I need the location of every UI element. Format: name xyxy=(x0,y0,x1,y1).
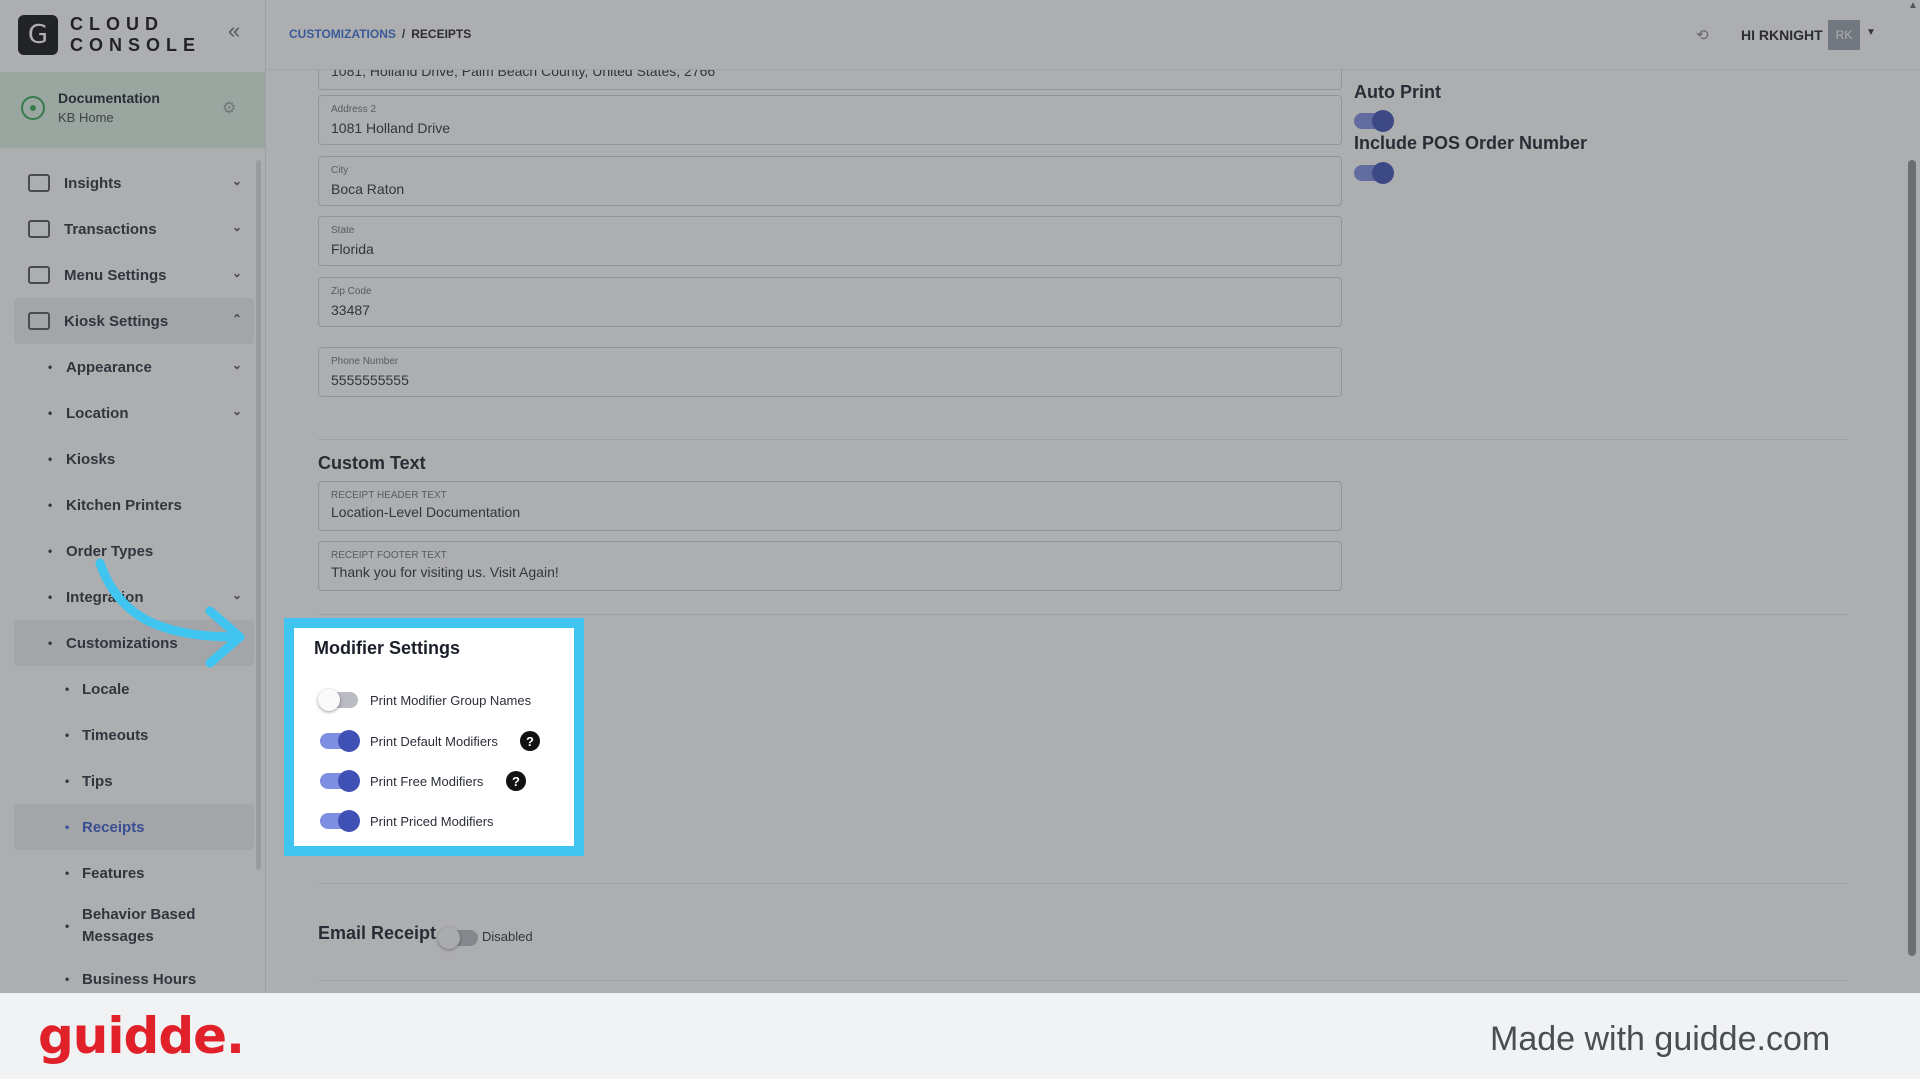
print-priced-modifiers-row: Print Priced Modifiers xyxy=(314,809,494,833)
logo-text: CLOUD CONSOLE xyxy=(70,14,202,55)
breadcrumb: CUSTOMIZATIONS / RECEIPTS xyxy=(289,27,472,41)
scroll-up-icon[interactable]: ▲ xyxy=(1908,0,1918,11)
sidebar-item-insights[interactable]: Insights ⌄ xyxy=(14,160,254,206)
logo-icon: G xyxy=(18,15,58,55)
divider xyxy=(318,614,1848,615)
modifier-settings-card: Modifier Settings Print Modifier Group N… xyxy=(284,618,584,856)
address2-field[interactable]: Address 2 1081 Holland Drive xyxy=(318,95,1342,145)
sidebar-item-tips[interactable]: Tips xyxy=(14,758,254,804)
print-modifier-group-names-toggle[interactable] xyxy=(318,689,358,711)
sidebar-item-transactions[interactable]: Transactions ⌄ xyxy=(14,206,254,252)
collapse-sidebar-icon[interactable]: « xyxy=(228,20,248,42)
address1-field[interactable]: 1081, Holland Drive, Palm Beach County, … xyxy=(318,70,1342,90)
guide-arrow-icon xyxy=(95,558,245,668)
email-receipt-title: Email Receipt xyxy=(318,923,437,943)
chevron-down-icon: ⌄ xyxy=(231,404,242,418)
main-content: 1081, Holland Drive, Palm Beach County, … xyxy=(266,70,1920,993)
refresh-icon[interactable]: ⟲ xyxy=(1696,26,1709,44)
receipt-icon xyxy=(28,220,50,238)
guidde-footer: guidde. Made with guidde.com xyxy=(0,993,1920,1079)
gear-icon xyxy=(28,312,50,330)
toggle-knob xyxy=(338,770,360,792)
print-modifier-group-names-row: Print Modifier Group Names xyxy=(314,688,531,712)
sidebar-item-menu-settings[interactable]: Menu Settings ⌄ xyxy=(14,252,254,298)
toggle-knob xyxy=(438,927,460,949)
print-priced-modifiers-toggle[interactable] xyxy=(320,810,360,832)
custom-text-title: Custom Text xyxy=(318,453,426,473)
city-field[interactable]: City Boca Raton xyxy=(318,156,1342,206)
chevron-down-icon: ⌄ xyxy=(231,358,242,372)
sidebar-item-business-hours[interactable]: Business Hours xyxy=(14,956,254,993)
toggle-knob xyxy=(1372,110,1394,132)
chart-icon xyxy=(28,174,50,192)
location-pin-icon xyxy=(21,96,45,120)
print-free-modifiers-toggle[interactable] xyxy=(320,770,360,792)
avatar[interactable]: RK xyxy=(1828,20,1860,50)
state-field[interactable]: State Florida xyxy=(318,216,1342,266)
receipt-header-text-field[interactable]: RECEIPT HEADER TEXT Location-Level Docum… xyxy=(318,481,1342,531)
menu-icon xyxy=(28,266,50,284)
sidebar-item-location[interactable]: Location ⌄ xyxy=(14,390,254,436)
toggle-knob xyxy=(338,810,360,832)
org-subtitle: KB Home xyxy=(58,110,114,125)
phone-number-field[interactable]: Phone Number 5555555555 xyxy=(318,347,1342,397)
chevron-up-icon: ⌃ xyxy=(231,312,242,326)
modifier-settings-title: Modifier Settings xyxy=(314,638,461,658)
sidebar: G CLOUD CONSOLE « Documentation KB Home … xyxy=(0,0,266,993)
guidde-logo: guidde. xyxy=(38,1007,245,1065)
sidebar-item-appearance[interactable]: Appearance ⌄ xyxy=(14,344,254,390)
zip-code-field[interactable]: Zip Code 33487 xyxy=(318,277,1342,327)
chevron-down-icon: ⌄ xyxy=(231,220,242,234)
include-pos-order-number-toggle[interactable] xyxy=(1354,162,1394,184)
divider xyxy=(318,883,1848,884)
print-free-modifiers-row: Print Free Modifiers xyxy=(314,769,483,793)
toggle-knob xyxy=(318,689,340,711)
email-receipt-toggle[interactable] xyxy=(438,927,478,949)
sidebar-scrollbar[interactable] xyxy=(256,160,261,870)
sidebar-item-kitchen-printers[interactable]: Kitchen Printers xyxy=(14,482,254,528)
auto-print-toggle[interactable] xyxy=(1354,110,1394,132)
caret-down-icon[interactable]: ▼ xyxy=(1866,27,1876,38)
divider xyxy=(318,980,1848,981)
sidebar-item-kiosk-settings[interactable]: Kiosk Settings ⌃ xyxy=(14,298,254,344)
sidebar-item-timeouts[interactable]: Timeouts xyxy=(14,712,254,758)
receipt-footer-text-field[interactable]: RECEIPT FOOTER TEXT Thank you for visiti… xyxy=(318,541,1342,591)
toggle-knob xyxy=(338,730,360,752)
sidebar-item-kiosks[interactable]: Kiosks xyxy=(14,436,254,482)
auto-print-label: Auto Print xyxy=(1354,82,1441,102)
include-pos-order-number-label: Include POS Order Number xyxy=(1354,133,1588,153)
gear-icon[interactable]: ⚙ xyxy=(222,98,236,118)
sidebar-item-behavior-based-messages[interactable]: Behavior Based Messages xyxy=(14,896,254,956)
email-receipt-status: Disabled xyxy=(482,929,533,944)
sidebar-item-features[interactable]: Features xyxy=(14,850,254,896)
breadcrumb-receipts: RECEIPTS xyxy=(411,27,472,41)
print-default-modifiers-toggle[interactable] xyxy=(320,730,360,752)
user-greeting: HI RKNIGHT xyxy=(1741,27,1823,43)
logo[interactable]: G CLOUD CONSOLE xyxy=(18,14,201,56)
org-name: Documentation xyxy=(58,90,160,106)
chevron-down-icon: ⌄ xyxy=(231,174,242,188)
sidebar-item-receipts[interactable]: Receipts xyxy=(14,804,254,850)
help-icon[interactable]: ? xyxy=(520,731,540,751)
top-header: CUSTOMIZATIONS / RECEIPTS ⟲ HI RKNIGHT RK … xyxy=(266,0,1920,70)
org-switcher[interactable]: Documentation KB Home ⚙ xyxy=(0,72,265,148)
toggle-knob xyxy=(1372,162,1394,184)
help-icon[interactable]: ? xyxy=(506,771,526,791)
made-with-text: Made with guidde.com xyxy=(1490,1020,1831,1058)
main-scrollbar[interactable] xyxy=(1908,160,1916,956)
divider xyxy=(318,439,1848,440)
breadcrumb-customizations[interactable]: CUSTOMIZATIONS xyxy=(289,27,396,41)
chevron-down-icon: ⌄ xyxy=(231,266,242,280)
print-default-modifiers-row: Print Default Modifiers xyxy=(314,729,498,753)
